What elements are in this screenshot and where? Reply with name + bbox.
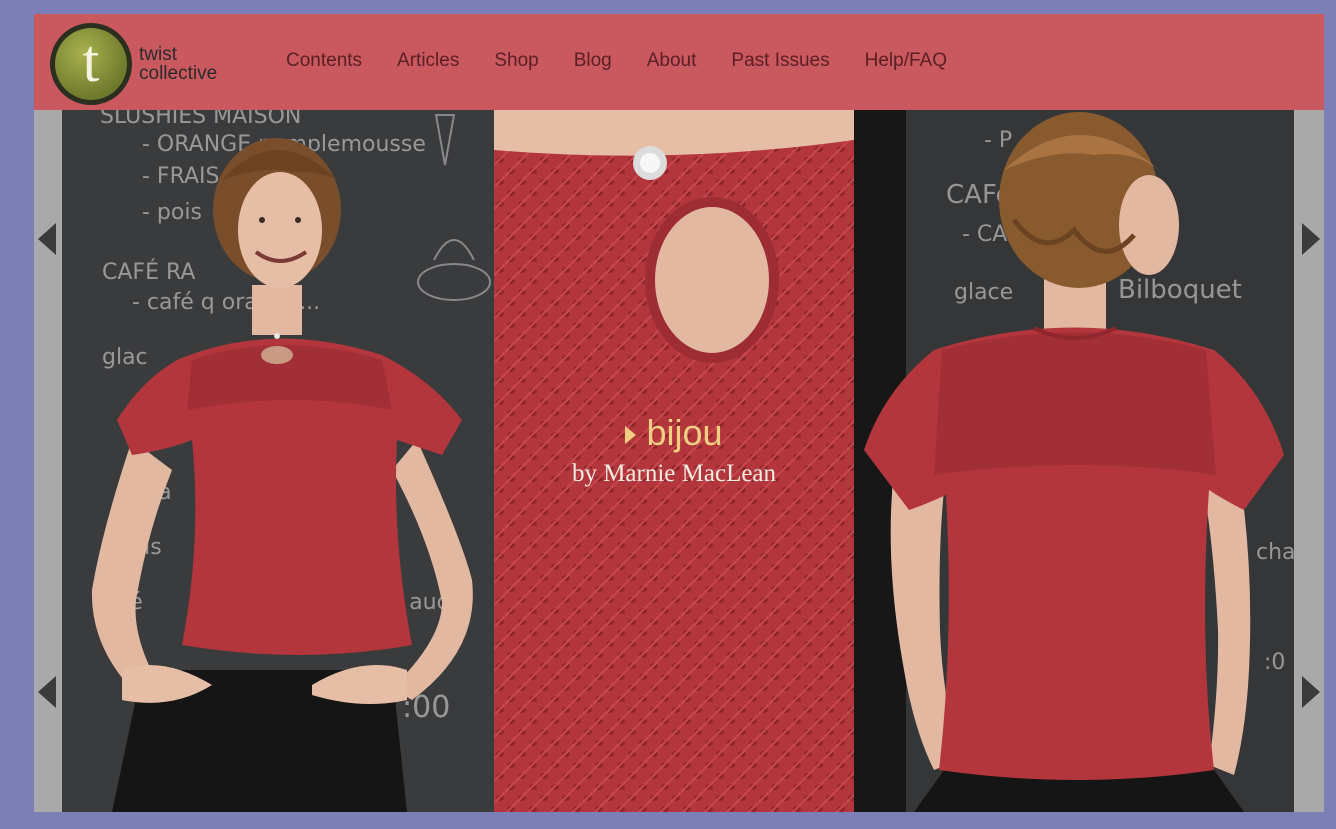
- nav-past-issues[interactable]: Past Issues: [731, 50, 829, 72]
- next-arrow-icon[interactable]: [1302, 223, 1320, 255]
- next-arrow-bottom-icon[interactable]: [1302, 676, 1320, 708]
- photo-front-view: SLUSHIES MAISON - ORANGE pamplemousse - …: [62, 110, 494, 812]
- site-header: t twist collective Contents Articles Sho…: [34, 14, 1324, 110]
- feature-byline: by Marnie MacLean: [571, 460, 777, 487]
- logo-line-1: twist: [139, 44, 177, 65]
- feature-title[interactable]: bijou: [494, 412, 854, 454]
- logo-line-2: collective: [139, 63, 218, 84]
- feature-gallery: SLUSHIES MAISON - ORANGE pamplemousse - …: [34, 110, 1324, 812]
- nav-help-faq[interactable]: Help/FAQ: [865, 50, 947, 72]
- logo-wordmark: twist collective: [139, 45, 217, 83]
- logo-badge: t: [50, 23, 132, 105]
- nav-shop[interactable]: Shop: [494, 50, 538, 72]
- play-triangle-icon: [625, 426, 637, 445]
- page: t twist collective Contents Articles Sho…: [34, 14, 1324, 812]
- photo-back-view: - P CAFé - CA ange... glace Bilboquet ch…: [854, 110, 1294, 812]
- prev-arrow-bottom-icon[interactable]: [38, 676, 56, 708]
- model-back-illustration: [864, 112, 1284, 812]
- main-nav: Contents Articles Shop Blog About Past I…: [286, 50, 982, 72]
- nav-blog[interactable]: Blog: [574, 50, 612, 72]
- nav-about[interactable]: About: [647, 50, 697, 72]
- site-logo[interactable]: t twist collective: [50, 23, 217, 105]
- logo-letter: t: [82, 28, 100, 94]
- model-front-illustration: [91, 114, 491, 812]
- nav-articles[interactable]: Articles: [397, 50, 459, 72]
- prev-arrow-icon[interactable]: [38, 223, 56, 255]
- nav-contents[interactable]: Contents: [286, 50, 362, 72]
- photo-detail-view[interactable]: bijou by Marnie MacLean: [494, 110, 854, 812]
